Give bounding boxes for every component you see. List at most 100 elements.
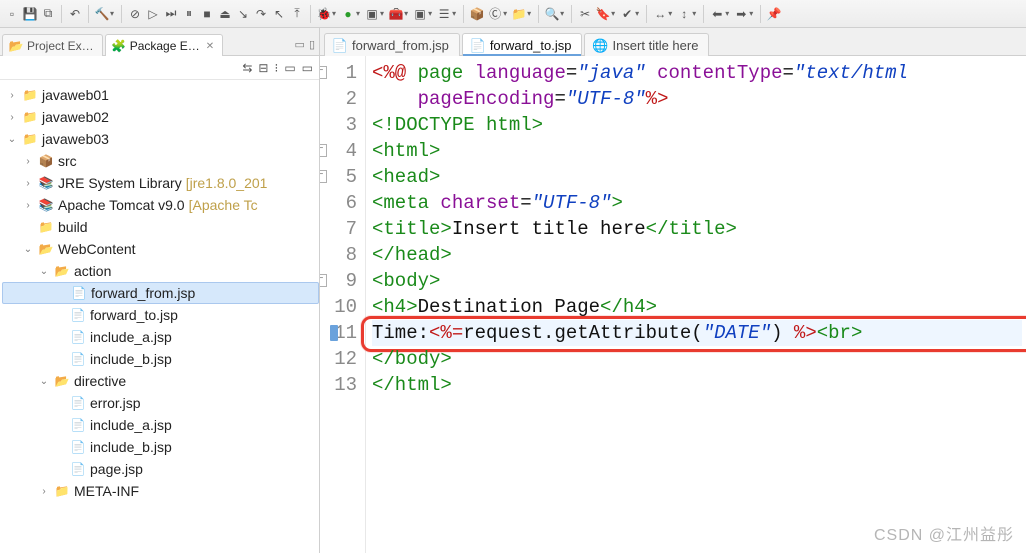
dropdown-arrow-icon[interactable]: ▾: [560, 9, 564, 18]
coverage-icon[interactable]: ▣: [364, 6, 380, 22]
save-icon[interactable]: 💾: [22, 6, 38, 22]
line-number[interactable]: 13: [320, 372, 357, 398]
back-icon[interactable]: ⬅: [709, 6, 725, 22]
drop-frame-icon[interactable]: ⤒: [289, 6, 305, 22]
code-line-13[interactable]: </html>: [372, 372, 1022, 398]
folder-build[interactable]: 📁build: [2, 216, 319, 238]
dropdown-arrow-icon[interactable]: ▾: [380, 9, 384, 18]
expand-icon[interactable]: ⌄: [38, 376, 50, 387]
folder-src[interactable]: ›📦src: [2, 150, 319, 172]
run-icon[interactable]: ●: [340, 6, 356, 22]
step-return-icon[interactable]: ↖: [271, 6, 287, 22]
line-number[interactable]: 9: [320, 268, 357, 294]
tab-browser[interactable]: 🌐Insert title here: [584, 33, 709, 56]
line-number[interactable]: 12: [320, 346, 357, 372]
server-icon[interactable]: ☰: [436, 6, 452, 22]
expand-icon[interactable]: ›: [6, 90, 18, 101]
line-number[interactable]: 8: [320, 242, 357, 268]
expand-icon[interactable]: ›: [38, 486, 50, 497]
project-javaweb01[interactable]: ›📁javaweb01: [2, 84, 319, 106]
code-editor[interactable]: 12345678910111213 <%@ page language="jav…: [320, 56, 1026, 553]
line-number[interactable]: 10: [320, 294, 357, 320]
dropdown-arrow-icon[interactable]: ▾: [356, 9, 360, 18]
play-icon[interactable]: ▷: [145, 6, 161, 22]
tab-forward-to[interactable]: 📄forward_to.jsp: [462, 33, 583, 56]
folder-meta-inf[interactable]: ›📁META-INF: [2, 480, 319, 502]
dropdown-arrow-icon[interactable]: ▾: [503, 9, 507, 18]
debug-no-icon[interactable]: ⊘: [127, 6, 143, 22]
minimize-icon[interactable]: ▭: [295, 38, 305, 51]
line-number[interactable]: 7: [320, 216, 357, 242]
file-forward-from[interactable]: 📄forward_from.jsp: [2, 282, 319, 304]
dropdown-arrow-icon[interactable]: ▾: [749, 9, 753, 18]
dropdown-arrow-icon[interactable]: ▾: [527, 9, 531, 18]
close-icon[interactable]: ✕: [206, 41, 214, 52]
line-gutter[interactable]: 12345678910111213: [320, 56, 366, 553]
line-number[interactable]: 2: [320, 86, 357, 112]
code-line-11[interactable]: Time:<%=request.getAttribute("DATE") %><…: [372, 320, 1022, 346]
jre-library[interactable]: ›📚JRE System Library [jre1.8.0_201: [2, 172, 319, 194]
new-pkg-icon[interactable]: 📦: [469, 6, 485, 22]
new-icon[interactable]: ▫: [4, 6, 20, 22]
bug-icon[interactable]: 🐞: [316, 6, 332, 22]
profile-icon[interactable]: ▣: [412, 6, 428, 22]
toggle2-icon[interactable]: ↕: [676, 6, 692, 22]
folder-webcontent[interactable]: ⌄📂WebContent: [2, 238, 319, 260]
task-icon[interactable]: ✔: [619, 6, 635, 22]
dropdown-arrow-icon[interactable]: ▾: [332, 9, 336, 18]
folder-directive[interactable]: ⌄📂directive: [2, 370, 319, 392]
view-toolbar-btn-1[interactable]: ⊟: [258, 61, 268, 75]
expand-icon[interactable]: ›: [22, 200, 34, 211]
code-line-4[interactable]: <html>: [372, 138, 1022, 164]
pause-icon[interactable]: ⏸: [181, 6, 197, 22]
view-tab-package-explorer[interactable]: 🧩Package E…✕: [105, 34, 223, 56]
dropdown-arrow-icon[interactable]: ▾: [110, 9, 114, 18]
line-number[interactable]: 1: [320, 60, 357, 86]
code-line-10[interactable]: <h4>Destination Page</h4>: [372, 294, 1022, 320]
new-class-icon[interactable]: Ⓒ: [487, 6, 503, 22]
expand-icon[interactable]: ›: [6, 112, 18, 123]
code-body[interactable]: <%@ page language="java" contentType="te…: [366, 56, 1026, 553]
code-line-5[interactable]: <head>: [372, 164, 1022, 190]
view-toolbar-btn-4[interactable]: ▭: [302, 61, 313, 75]
expand-icon[interactable]: ⌄: [22, 244, 34, 255]
stop-icon[interactable]: ■: [199, 6, 215, 22]
file-dir-include-b[interactable]: 📄include_b.jsp: [2, 436, 319, 458]
fwd-icon[interactable]: ➡: [733, 6, 749, 22]
tab-forward-from[interactable]: 📄forward_from.jsp: [324, 33, 460, 56]
view-tab-project-explorer[interactable]: 📂Project Ex…: [2, 34, 103, 56]
pin-icon[interactable]: 📌: [766, 6, 782, 22]
code-line-6[interactable]: <meta charset="UTF-8">: [372, 190, 1022, 216]
line-number[interactable]: 4: [320, 138, 357, 164]
search-icon[interactable]: 🔍: [544, 6, 560, 22]
expand-icon[interactable]: ›: [22, 178, 34, 189]
dropdown-arrow-icon[interactable]: ▾: [611, 9, 615, 18]
dropdown-arrow-icon[interactable]: ▾: [452, 9, 456, 18]
code-line-8[interactable]: </head>: [372, 242, 1022, 268]
view-toolbar-btn-3[interactable]: ▭: [284, 61, 295, 75]
file-error[interactable]: 📄error.jsp: [2, 392, 319, 414]
step-over-icon[interactable]: ↷: [253, 6, 269, 22]
ext-tools-icon[interactable]: 🧰: [388, 6, 404, 22]
package-explorer-tree[interactable]: ›📁javaweb01›📁javaweb02⌄📁javaweb03›📦src›📚…: [0, 80, 319, 553]
line-number[interactable]: 11: [320, 320, 357, 346]
view-toolbar-btn-2[interactable]: ⁝: [274, 61, 278, 75]
code-line-1[interactable]: <%@ page language="java" contentType="te…: [372, 60, 1022, 86]
dropdown-arrow-icon[interactable]: ▾: [635, 9, 639, 18]
line-number[interactable]: 3: [320, 112, 357, 138]
code-line-7[interactable]: <title>Insert title here</title>: [372, 216, 1022, 242]
file-forward-to[interactable]: 📄forward_to.jsp: [2, 304, 319, 326]
view-toolbar-btn-0[interactable]: ⇆: [242, 61, 252, 75]
disconnect-icon[interactable]: ⏏: [217, 6, 233, 22]
maximize-icon[interactable]: ▯: [309, 38, 315, 51]
tomcat-library[interactable]: ›📚Apache Tomcat v9.0 [Apache Tc: [2, 194, 319, 216]
expand-icon[interactable]: ›: [22, 156, 34, 167]
file-include-b[interactable]: 📄include_b.jsp: [2, 348, 319, 370]
dropdown-arrow-icon[interactable]: ▾: [668, 9, 672, 18]
new-folder-icon[interactable]: 📁: [511, 6, 527, 22]
skip-icon[interactable]: ⏭: [163, 6, 179, 22]
undo-icon[interactable]: ↶: [67, 6, 83, 22]
cut-icon[interactable]: ✂: [577, 6, 593, 22]
step-into-icon[interactable]: ↘: [235, 6, 251, 22]
project-javaweb02[interactable]: ›📁javaweb02: [2, 106, 319, 128]
